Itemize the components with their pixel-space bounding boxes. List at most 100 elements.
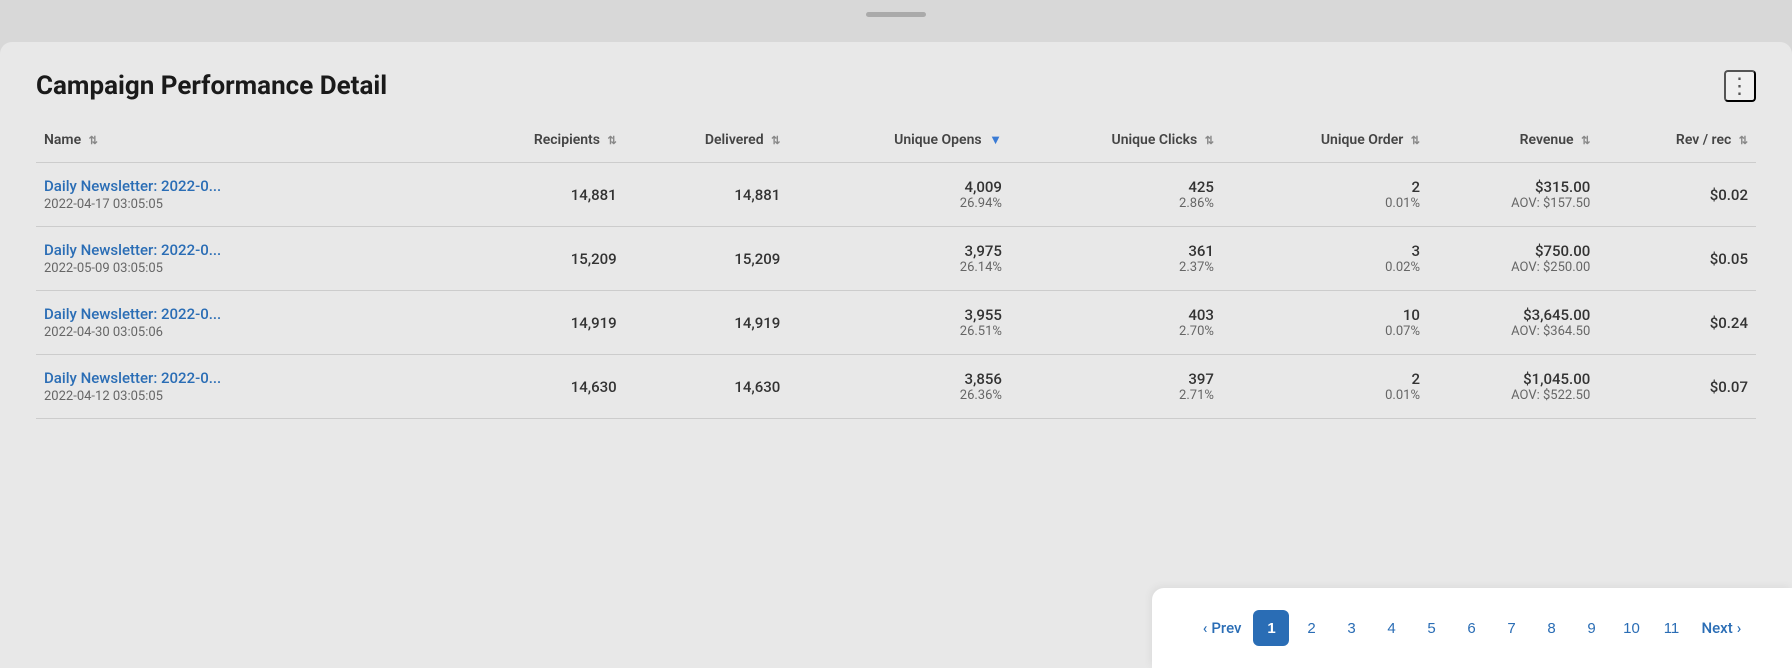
page-btn-1[interactable]: 1 [1253,610,1289,646]
cell-unique-opens-0: 4,009 26.94% [788,163,1010,227]
revenue-sort-icon: ⇅ [1581,134,1590,147]
table-row: Daily Newsletter: 2022-0... 2022-04-30 0… [36,291,1756,355]
campaign-name-link-0[interactable]: Daily Newsletter: 2022-0... [44,177,440,195]
col-unique-clicks[interactable]: Unique Clicks ⇅ [1010,122,1222,163]
cell-rev-rec-2: $0.24 [1598,291,1756,355]
unique-opens-sort-icon: ▼ [989,132,1002,148]
col-name[interactable]: Name ⇅ [36,122,448,163]
more-options-button[interactable]: ⋮ [1724,70,1756,102]
recipients-sort-icon: ⇅ [607,134,616,147]
col-delivered[interactable]: Delivered ⇅ [625,122,789,163]
table-body: Daily Newsletter: 2022-0... 2022-04-17 0… [36,163,1756,419]
cell-recipients-0: 14,881 [448,163,625,227]
revenue-value-2: $3,645.00 [1436,306,1590,324]
cell-recipients-3: 14,630 [448,355,625,419]
delivered-value-0: 14,881 [633,186,781,204]
cell-delivered-0: 14,881 [625,163,789,227]
page-btn-11[interactable]: 11 [1653,610,1689,646]
unique-order-pct-1: 0.02% [1230,260,1420,275]
prev-label: Prev [1211,619,1241,637]
page-btn-10[interactable]: 10 [1613,610,1649,646]
campaign-name-link-1[interactable]: Daily Newsletter: 2022-0... [44,241,440,259]
col-recipients[interactable]: Recipients ⇅ [448,122,625,163]
delivered-value-1: 15,209 [633,250,781,268]
col-rev-rec[interactable]: Rev / rec ⇅ [1598,122,1756,163]
panel: Campaign Performance Detail ⋮ Name ⇅ Rec… [0,42,1792,668]
cell-recipients-2: 14,919 [448,291,625,355]
delivered-value-3: 14,630 [633,378,781,396]
unique-clicks-value-1: 361 [1018,242,1214,260]
page-title: Campaign Performance Detail [36,71,387,101]
unique-opens-value-3: 3,856 [796,370,1002,388]
prev-chevron-icon: ‹ [1203,619,1208,637]
cell-unique-order-1: 3 0.02% [1222,227,1428,291]
unique-order-value-0: 2 [1230,178,1420,196]
campaign-date-2: 2022-04-30 03:05:06 [44,325,440,340]
col-unique-order[interactable]: Unique Order ⇅ [1222,122,1428,163]
unique-opens-pct-0: 26.94% [796,196,1002,211]
unique-order-sort-icon: ⇅ [1411,134,1420,147]
cell-name-3: Daily Newsletter: 2022-0... 2022-04-12 0… [36,355,448,419]
campaign-date-3: 2022-04-12 03:05:05 [44,389,440,404]
revenue-aov-0: AOV: $157.50 [1436,196,1590,211]
recipients-value-1: 15,209 [456,250,617,268]
cell-unique-order-3: 2 0.01% [1222,355,1428,419]
cell-unique-clicks-3: 397 2.71% [1010,355,1222,419]
page-btn-7[interactable]: 7 [1493,610,1529,646]
page-btn-5[interactable]: 5 [1413,610,1449,646]
page-btn-9[interactable]: 9 [1573,610,1609,646]
unique-clicks-pct-1: 2.37% [1018,260,1214,275]
campaign-table: Name ⇅ Recipients ⇅ Delivered ⇅ Unique O… [36,122,1756,419]
table-header: Name ⇅ Recipients ⇅ Delivered ⇅ Unique O… [36,122,1756,163]
revenue-aov-3: AOV: $522.50 [1436,388,1590,403]
cell-unique-clicks-2: 403 2.70% [1010,291,1222,355]
prev-button[interactable]: ‹ Prev [1195,619,1250,637]
unique-clicks-value-3: 397 [1018,370,1214,388]
table-row: Daily Newsletter: 2022-0... 2022-04-17 0… [36,163,1756,227]
drag-handle[interactable] [866,12,926,17]
cell-rev-rec-0: $0.02 [1598,163,1756,227]
unique-clicks-sort-icon: ⇅ [1205,134,1214,147]
header-row: Name ⇅ Recipients ⇅ Delivered ⇅ Unique O… [36,122,1756,163]
rev-rec-value-3: $0.07 [1606,378,1748,396]
unique-order-value-2: 10 [1230,306,1420,324]
page-btn-2[interactable]: 2 [1293,610,1329,646]
unique-opens-pct-1: 26.14% [796,260,1002,275]
unique-order-pct-2: 0.07% [1230,324,1420,339]
name-sort-icon: ⇅ [89,134,98,147]
page-btn-8[interactable]: 8 [1533,610,1569,646]
unique-opens-pct-2: 26.51% [796,324,1002,339]
rev-rec-value-2: $0.24 [1606,314,1748,332]
rev-rec-sort-icon: ⇅ [1739,134,1748,147]
revenue-aov-2: AOV: $364.50 [1436,324,1590,339]
table-container: Name ⇅ Recipients ⇅ Delivered ⇅ Unique O… [0,122,1792,419]
page-btn-4[interactable]: 4 [1373,610,1409,646]
unique-opens-pct-3: 26.36% [796,388,1002,403]
col-unique-opens[interactable]: Unique Opens ▼ [788,122,1010,163]
page-btn-6[interactable]: 6 [1453,610,1489,646]
recipients-value-3: 14,630 [456,378,617,396]
campaign-name-link-3[interactable]: Daily Newsletter: 2022-0... [44,369,440,387]
cell-unique-clicks-0: 425 2.86% [1010,163,1222,227]
next-label: Next [1701,619,1732,637]
page-btn-3[interactable]: 3 [1333,610,1369,646]
unique-opens-value-1: 3,975 [796,242,1002,260]
cell-name-1: Daily Newsletter: 2022-0... 2022-05-09 0… [36,227,448,291]
cell-unique-opens-3: 3,856 26.36% [788,355,1010,419]
cell-unique-opens-1: 3,975 26.14% [788,227,1010,291]
revenue-value-0: $315.00 [1436,178,1590,196]
panel-header: Campaign Performance Detail ⋮ [0,42,1792,122]
cell-rev-rec-3: $0.07 [1598,355,1756,419]
next-chevron-icon: › [1737,619,1742,637]
revenue-value-3: $1,045.00 [1436,370,1590,388]
cell-unique-order-0: 2 0.01% [1222,163,1428,227]
cell-revenue-0: $315.00 AOV: $157.50 [1428,163,1598,227]
next-button[interactable]: Next › [1693,619,1749,637]
unique-clicks-value-2: 403 [1018,306,1214,324]
campaign-date-0: 2022-04-17 03:05:05 [44,197,440,212]
col-revenue[interactable]: Revenue ⇅ [1428,122,1598,163]
campaign-date-1: 2022-05-09 03:05:05 [44,261,440,276]
unique-order-pct-3: 0.01% [1230,388,1420,403]
rev-rec-value-0: $0.02 [1606,186,1748,204]
campaign-name-link-2[interactable]: Daily Newsletter: 2022-0... [44,305,440,323]
